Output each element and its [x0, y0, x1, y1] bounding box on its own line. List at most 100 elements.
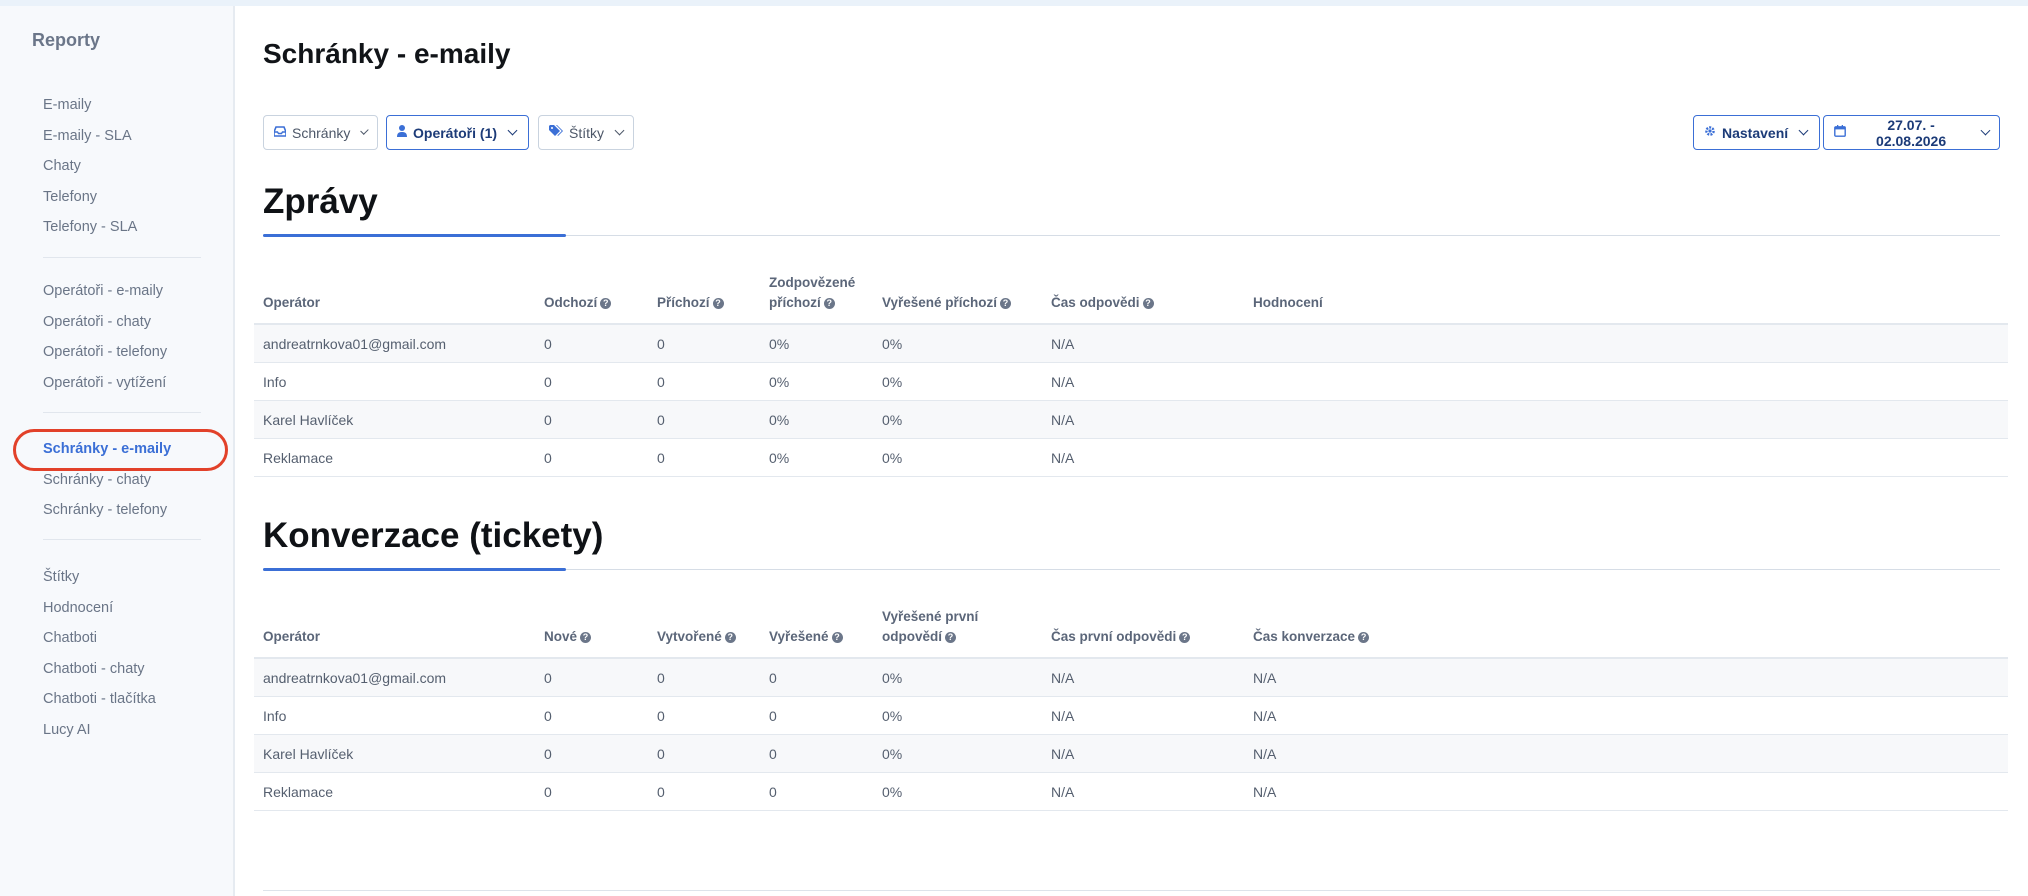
- date-range-button[interactable]: 27.07. - 02.08.2026: [1823, 115, 2000, 150]
- sidebar-item-operators-phones[interactable]: Operátoři - telefony: [43, 337, 223, 368]
- table-row[interactable]: andreatrnkova01@gmail.com 0 0 0% 0% N/A: [254, 325, 2008, 363]
- column-header[interactable]: Operátor: [263, 293, 320, 313]
- tags-icon: [549, 125, 563, 140]
- table-cell: 0: [657, 708, 665, 724]
- column-header[interactable]: Nové?: [544, 627, 592, 647]
- column-header[interactable]: Příchozí?: [657, 293, 724, 313]
- table-cell: N/A: [1253, 746, 1277, 762]
- tags-filter-button[interactable]: Štítky: [538, 115, 634, 150]
- column-header-label: Zodpovězené: [769, 275, 856, 290]
- table-cell: 0: [769, 708, 777, 724]
- page-title: Schránky - e-maily: [263, 38, 511, 69]
- calendar-icon: [1834, 125, 1846, 140]
- help-icon[interactable]: ?: [1179, 631, 1191, 643]
- nav-group-operators: Operátoři - e-maily Operátoři - chaty Op…: [43, 276, 223, 398]
- table-cell: 0%: [882, 708, 903, 724]
- mailboxes-filter-button[interactable]: Schránky: [263, 115, 378, 150]
- help-icon[interactable]: ?: [580, 631, 592, 643]
- table-cell: 0: [544, 708, 552, 724]
- column-header-label: odpovědí: [882, 629, 942, 644]
- column-header[interactable]: Čas první odpovědi?: [1051, 627, 1191, 647]
- sidebar-item-operators-chats[interactable]: Operátoři - chaty: [43, 307, 223, 338]
- sidebar-item-chats[interactable]: Chaty: [43, 151, 223, 182]
- sidebar-item-chatbots[interactable]: Chatboti: [43, 623, 223, 654]
- sidebar-item-tags[interactable]: Štítky: [43, 562, 223, 593]
- column-header[interactable]: Odchozí?: [544, 293, 612, 313]
- table-cell: 0: [769, 746, 777, 762]
- table-row[interactable]: Karel Havlíček 0 0 0 0% N/A N/A: [254, 735, 2008, 773]
- table-cell: 0%: [769, 450, 790, 466]
- sidebar-item-phones-sla[interactable]: Telefony - SLA: [43, 212, 223, 243]
- column-header[interactable]: Hodnocení: [1253, 293, 1323, 313]
- table-header: Operátor Odchozí? Příchozí? Zodpovězené příc…: [254, 269, 2008, 325]
- help-icon[interactable]: ?: [600, 297, 612, 309]
- sidebar-item-lucy-ai[interactable]: Lucy AI: [43, 715, 223, 746]
- column-header[interactable]: Vyřešené příchozí?: [882, 293, 1012, 313]
- table-cell: N/A: [1051, 450, 1075, 466]
- column-header[interactable]: Operátor: [263, 627, 320, 647]
- sidebar-item-phones[interactable]: Telefony: [43, 182, 223, 213]
- column-header-label: Operátor: [263, 629, 321, 644]
- sidebar-item-mailboxes-phones[interactable]: Schránky - telefony: [43, 495, 223, 526]
- sidebar: Reporty E-maily E-maily - SLA Chaty Tele…: [0, 6, 235, 896]
- help-icon[interactable]: ?: [945, 631, 956, 643]
- sidebar-item-chatbots-chats[interactable]: Chatboti - chaty: [43, 654, 223, 685]
- column-header[interactable]: Čas konverzace?: [1253, 627, 1370, 647]
- active-item-highlight-ring: [13, 429, 228, 471]
- sidebar-item-chatbots-buttons[interactable]: Chatboti - tlačítka: [43, 684, 223, 715]
- operators-filter-label: Operátoři (1): [413, 124, 498, 141]
- table-cell: 0%: [882, 784, 903, 800]
- table-cell: 0: [544, 336, 552, 352]
- help-icon[interactable]: ?: [712, 297, 724, 309]
- help-icon[interactable]: ?: [831, 631, 843, 643]
- table-cell: 0: [544, 450, 552, 466]
- table-cell: N/A: [1051, 412, 1075, 428]
- settings-button[interactable]: Nastavení: [1693, 115, 1820, 150]
- bottom-rule: [263, 890, 2000, 891]
- table-cell: 0%: [769, 336, 790, 352]
- operators-filter-button[interactable]: Operátoři (1): [386, 115, 529, 150]
- table-cell: 0: [769, 670, 777, 686]
- table-cell: 0: [544, 412, 552, 428]
- table-row[interactable]: Info 0 0 0% 0% N/A: [254, 363, 2008, 401]
- column-header-label: Vyřešené: [769, 629, 829, 644]
- help-icon[interactable]: ?: [823, 297, 835, 309]
- help-icon[interactable]: ?: [1142, 297, 1154, 309]
- table-cell: andreatrnkova01@gmail.com: [263, 670, 447, 686]
- table-row[interactable]: andreatrnkova01@gmail.com 0 0 0 0% N/A N/A: [254, 659, 2008, 697]
- sidebar-divider: [43, 257, 201, 258]
- messages-section-accent: [263, 234, 566, 237]
- conversations-section-title: Konverzace (tickety): [263, 516, 604, 555]
- column-header-label: Čas první odpovědi: [1051, 629, 1177, 644]
- table-row[interactable]: Reklamace 0 0 0% 0% N/A: [254, 439, 2008, 477]
- sidebar-item-emails[interactable]: E-maily: [43, 90, 223, 121]
- table-row[interactable]: Karel Havlíček 0 0 0% 0% N/A: [254, 401, 2008, 439]
- table-header: Operátor Nové? Vytvořené? Vyřešené? Vyřešené…: [254, 603, 2008, 659]
- table-row[interactable]: Info 0 0 0 0% N/A N/A: [254, 697, 2008, 735]
- column-header-label: Odchozí: [544, 295, 598, 310]
- table-cell: 0%: [882, 412, 903, 428]
- sidebar-title: Reporty: [32, 30, 101, 50]
- table-cell: andreatrnkova01@gmail.com: [263, 336, 447, 352]
- user-icon: [397, 125, 407, 140]
- gear-icon: [1704, 125, 1716, 140]
- help-icon[interactable]: ?: [724, 631, 736, 643]
- table-cell: 0%: [769, 412, 790, 428]
- table-cell: 0: [657, 450, 665, 466]
- table-row[interactable]: Reklamace 0 0 0 0% N/A N/A: [254, 773, 2008, 811]
- sidebar-item-emails-sla[interactable]: E-maily - SLA: [43, 121, 223, 152]
- column-header[interactable]: Vyřešené první odpovědí?: [882, 607, 978, 647]
- column-header[interactable]: Vytvořené?: [657, 627, 736, 647]
- main-content: Schránky - e-maily Schránky Operátoři (1…: [237, 6, 2028, 896]
- nav-group-overview: E-maily E-maily - SLA Chaty Telefony Tel…: [43, 90, 223, 243]
- column-header[interactable]: Zodpovězené příchozí?: [769, 273, 855, 313]
- help-icon[interactable]: ?: [1000, 297, 1012, 309]
- table-cell: 0: [544, 784, 552, 800]
- conversations-section-accent: [263, 568, 566, 571]
- sidebar-item-operators-emails[interactable]: Operátoři - e-maily: [43, 276, 223, 307]
- column-header[interactable]: Čas odpovědi?: [1051, 293, 1154, 313]
- help-icon[interactable]: ?: [1358, 631, 1370, 643]
- sidebar-item-ratings[interactable]: Hodnocení: [43, 593, 223, 624]
- column-header[interactable]: Vyřešené?: [769, 627, 843, 647]
- sidebar-item-operators-workload[interactable]: Operátoři - vytížení: [43, 368, 223, 399]
